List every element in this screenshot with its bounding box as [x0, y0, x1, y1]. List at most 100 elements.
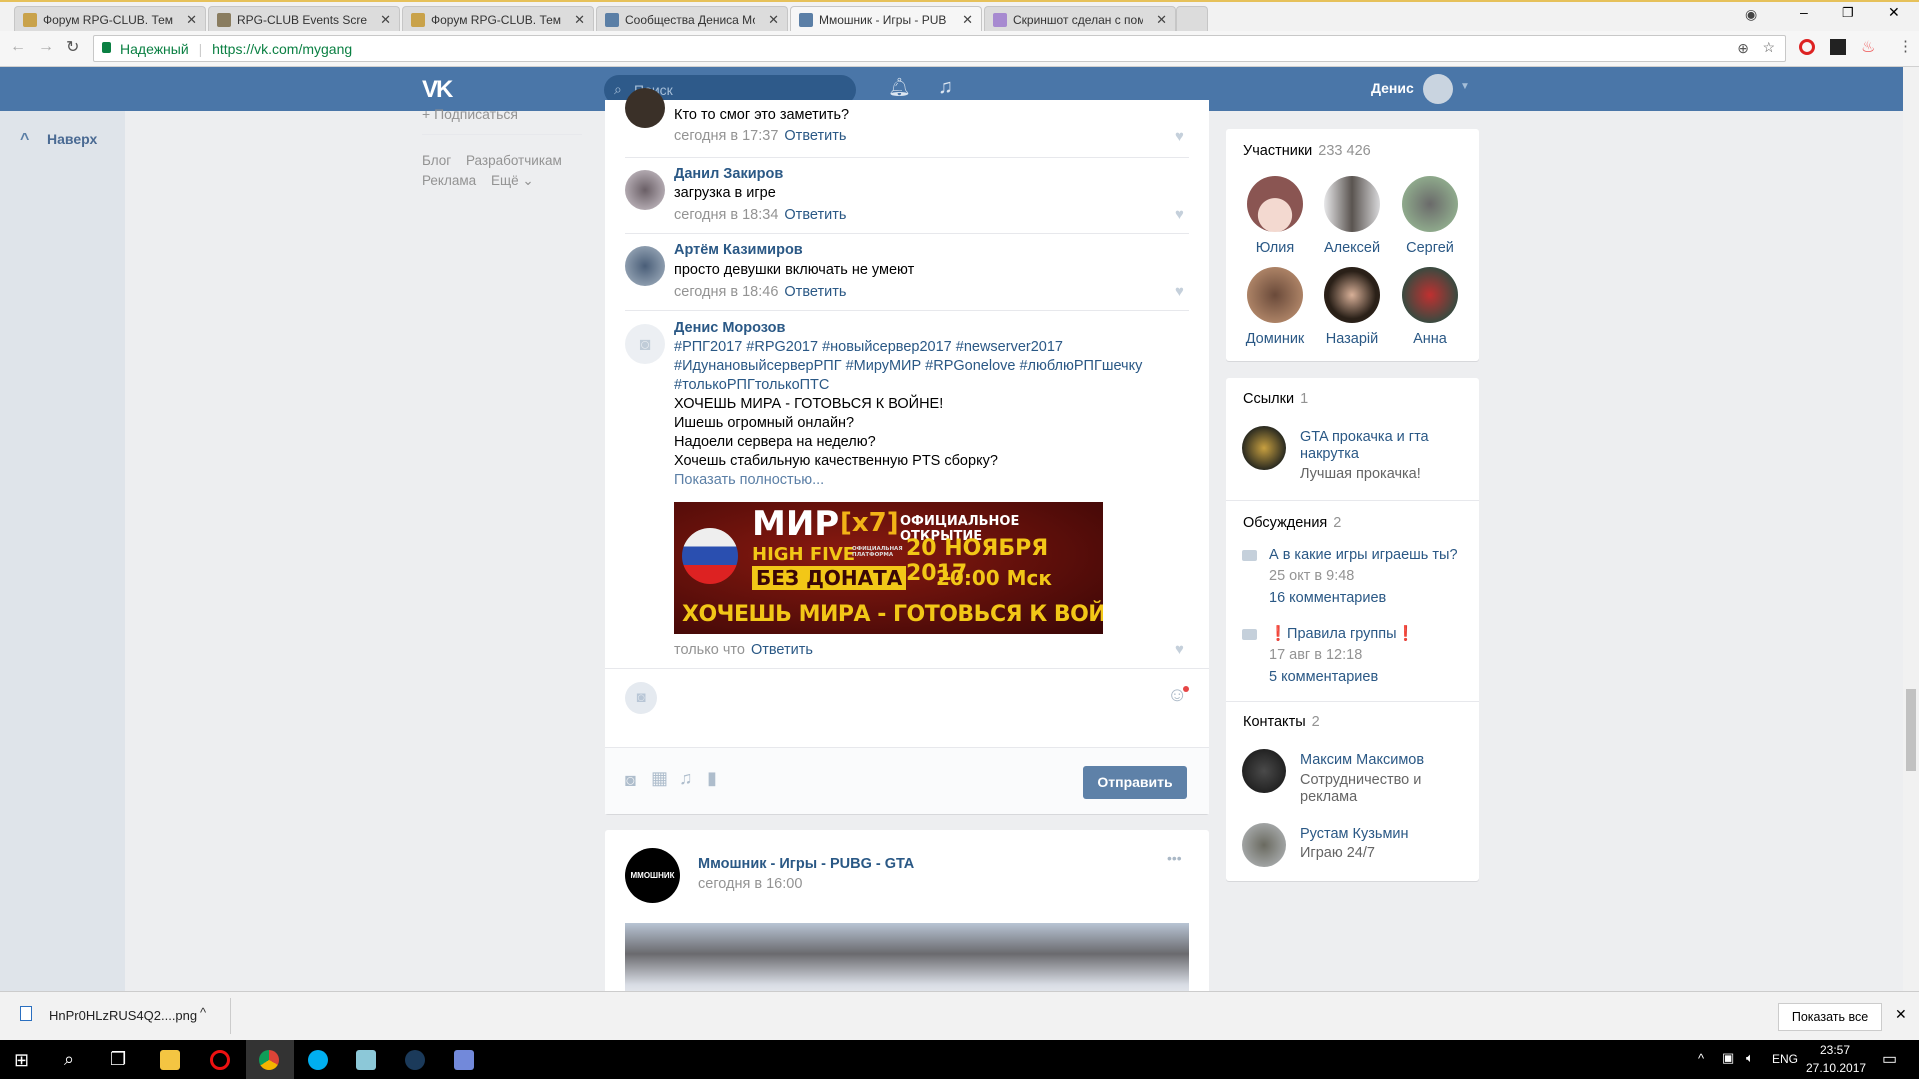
discussion-comments-link[interactable]: 16 комментариев: [1269, 589, 1386, 608]
show-all-downloads-button[interactable]: Показать все: [1778, 1003, 1882, 1031]
skype-icon[interactable]: [308, 1050, 328, 1070]
action-center-icon[interactable]: ▭: [1882, 1049, 1897, 1069]
zoom-icon[interactable]: ⊕: [1737, 40, 1749, 57]
windows-start-icon[interactable]: ⊞: [14, 1050, 29, 1071]
bookmark-star-icon[interactable]: ☆: [1762, 39, 1775, 56]
like-heart-icon[interactable]: ♥: [1175, 283, 1184, 300]
reply-link[interactable]: Ответить: [784, 207, 846, 223]
group-avatar[interactable]: ММОШНИК: [625, 848, 680, 903]
avatar[interactable]: [625, 170, 665, 210]
footer-link-blog[interactable]: Блог: [422, 153, 451, 168]
member-item[interactable]: Алексей: [1312, 176, 1392, 256]
tab-mmoshnik[interactable]: Ммошник - Игры - PUB ✕: [790, 6, 982, 33]
file-explorer-icon[interactable]: [160, 1050, 180, 1070]
vk-logo[interactable]: VK: [422, 76, 453, 104]
close-tab-icon[interactable]: ✕: [186, 12, 197, 28]
discussion-comments-link[interactable]: 5 комментариев: [1269, 668, 1378, 687]
tab-events[interactable]: RPG-CLUB Events Screen ✕: [208, 6, 400, 33]
subscribe-link[interactable]: + Подписаться: [422, 106, 518, 122]
hashtags[interactable]: #РПГ2017 #RPG2017 #новыйсервер2017 #news…: [674, 338, 1063, 357]
link-avatar[interactable]: [1242, 426, 1286, 470]
reply-link[interactable]: Ответить: [784, 284, 846, 300]
opera-icon[interactable]: [210, 1050, 230, 1070]
tab-communities[interactable]: Сообщества Дениса Мо ✕: [596, 6, 788, 33]
chrome-icon[interactable]: [259, 1050, 279, 1070]
close-tab-icon[interactable]: ✕: [1156, 12, 1167, 28]
member-item[interactable]: Доминик: [1235, 267, 1315, 347]
member-item[interactable]: Анна: [1390, 267, 1470, 347]
to-top-column[interactable]: ^ Наверх: [0, 111, 125, 991]
member-item[interactable]: Юлия: [1235, 176, 1315, 256]
network-icon[interactable]: ▣: [1722, 1050, 1734, 1066]
clock-date[interactable]: 27.10.2017: [1806, 1061, 1866, 1075]
show-more-link[interactable]: Показать полностью...: [674, 471, 824, 490]
attach-audio-icon[interactable]: ♫: [679, 768, 693, 789]
app-icon[interactable]: [356, 1050, 376, 1070]
user-name[interactable]: Денис: [1371, 80, 1414, 96]
opera-extension-icon[interactable]: [1799, 39, 1815, 55]
tab-forum-2[interactable]: Форум RPG-CLUB. Тема ✕: [402, 6, 594, 33]
footer-link-developers[interactable]: Разработчикам: [466, 153, 562, 168]
extension-icon[interactable]: [1830, 39, 1846, 55]
comment-author[interactable]: Данил Закиров: [674, 165, 783, 184]
like-heart-icon[interactable]: ♥: [1175, 128, 1184, 145]
hashtags[interactable]: #толькоРПГтолькоПТС: [674, 376, 829, 395]
user-avatar[interactable]: [1423, 74, 1453, 104]
close-window-button[interactable]: ✕: [1888, 4, 1900, 21]
url-input[interactable]: Надежный | https://vk.com/mygang ⊕ ☆: [93, 35, 1786, 62]
fire-extension-icon[interactable]: ♨: [1861, 37, 1875, 57]
post-video-thumbnail[interactable]: [625, 923, 1189, 1000]
like-heart-icon[interactable]: ♥: [1175, 206, 1184, 223]
profile-icon[interactable]: ◉: [1745, 6, 1757, 23]
camera-placeholder-avatar[interactable]: ◙: [625, 324, 665, 364]
discord-icon[interactable]: [454, 1050, 474, 1070]
close-tab-icon[interactable]: ✕: [380, 12, 391, 28]
language-indicator[interactable]: ENG: [1772, 1052, 1798, 1066]
close-tab-icon[interactable]: ✕: [768, 12, 779, 28]
reload-icon[interactable]: ↻: [66, 37, 79, 57]
tab-forum-1[interactable]: Форум RPG-CLUB. Тема ✕: [14, 6, 206, 33]
contact-name[interactable]: Рустам Кузьмин: [1300, 825, 1409, 844]
forward-icon[interactable]: →: [38, 38, 54, 56]
reply-link[interactable]: Ответить: [751, 642, 813, 658]
close-tab-icon[interactable]: ✕: [574, 12, 585, 28]
contacts-title[interactable]: Контакты: [1243, 714, 1306, 730]
back-icon[interactable]: ←: [10, 38, 26, 56]
footer-link-ads[interactable]: Реклама: [422, 173, 476, 188]
minimize-button[interactable]: –: [1800, 4, 1808, 20]
comment-author[interactable]: Артём Казимиров: [674, 241, 803, 260]
member-item[interactable]: Назарій: [1312, 267, 1392, 347]
menu-dots-icon[interactable]: ⋮: [1898, 37, 1913, 55]
tray-chevron-icon[interactable]: ^: [1698, 1051, 1704, 1066]
search-icon[interactable]: ⌕: [64, 1049, 74, 1070]
attach-video-icon[interactable]: ▦: [651, 768, 668, 789]
promo-banner-image[interactable]: МИР [x7] HIGH FIVE ОФИЦИАЛЬНАЯ ПЛАТФОРМА…: [674, 502, 1103, 634]
attach-document-icon[interactable]: ▮: [707, 768, 717, 789]
download-item[interactable]: HnPr0HLzRUS4Q2....png: [49, 1008, 197, 1023]
hashtags[interactable]: #ИдунановыйсерверРПГ #МируМИР #RPGonelov…: [674, 357, 1142, 376]
links-title[interactable]: Ссылки: [1243, 391, 1294, 407]
clock-time[interactable]: 23:57: [1820, 1043, 1850, 1057]
discussions-title[interactable]: Обсуждения: [1243, 515, 1327, 531]
close-download-bar-icon[interactable]: ✕: [1895, 1006, 1907, 1023]
discussion-title[interactable]: А в какие игры играешь ты?: [1269, 546, 1458, 565]
reply-link[interactable]: Ответить: [784, 128, 846, 144]
task-view-icon[interactable]: ❐: [110, 1049, 126, 1070]
music-icon[interactable]: ♫: [938, 76, 953, 99]
tab-screenshot[interactable]: Скриншот сделан с пом ✕: [984, 6, 1176, 33]
attach-photo-icon[interactable]: ◙: [625, 770, 636, 791]
steam-icon[interactable]: [405, 1050, 425, 1070]
scrollbar-thumb[interactable]: [1906, 689, 1916, 771]
members-title[interactable]: Участники: [1243, 143, 1312, 159]
member-item[interactable]: Сергей: [1390, 176, 1470, 256]
post-time[interactable]: сегодня в 16:00: [698, 875, 802, 894]
contact-avatar[interactable]: [1242, 749, 1286, 793]
close-tab-icon[interactable]: ✕: [962, 12, 973, 28]
notifications-bell-icon[interactable]: 🔔︎: [888, 77, 911, 98]
contact-avatar[interactable]: [1242, 823, 1286, 867]
post-author[interactable]: Ммошник - Игры - PUBG - GTA: [698, 855, 914, 874]
comment-input[interactable]: [675, 678, 1145, 728]
new-tab-button[interactable]: [1176, 6, 1208, 33]
chevron-up-icon[interactable]: ^: [200, 1005, 206, 1020]
page-scrollbar[interactable]: [1903, 67, 1919, 991]
